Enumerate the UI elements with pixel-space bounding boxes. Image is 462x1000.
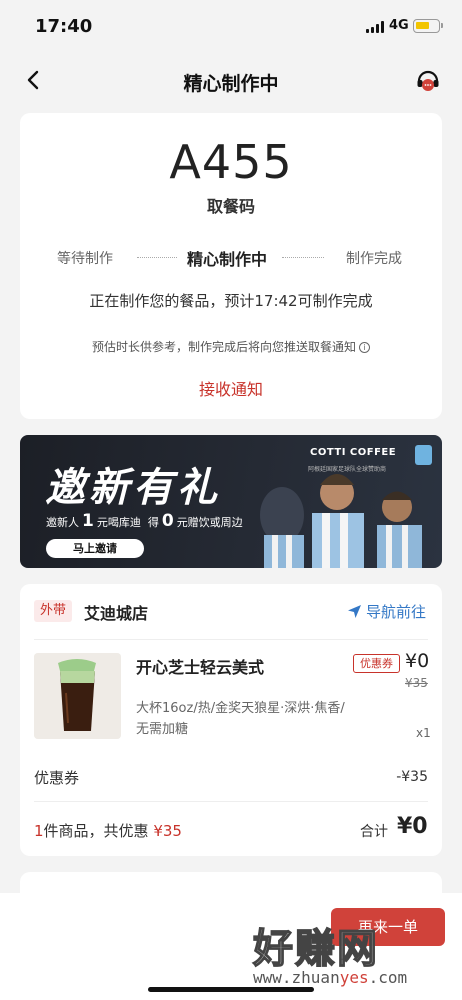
watermark-url-prefix: www.zhuan	[253, 968, 340, 987]
step-waiting: 等待制作	[57, 251, 113, 267]
summary-text: 件商品，共优惠	[43, 822, 149, 840]
info-icon[interactable]: i	[359, 342, 370, 353]
navigation-arrow-icon	[348, 605, 361, 618]
customer-service-button[interactable]	[414, 66, 442, 94]
product-price: ¥0	[405, 650, 430, 672]
total-value: ¥0	[397, 814, 428, 839]
banner-sub-suffix: 元赠饮或周边	[176, 516, 243, 529]
discount-label: 优惠券	[34, 769, 80, 787]
watermark-url-highlight: yes	[339, 968, 369, 987]
item-count: 1	[34, 822, 44, 840]
product-name: 开心芝士轻云美式	[136, 658, 265, 677]
page-title: 精心制作中	[183, 73, 279, 95]
banner-sub-mid: 元喝库迪	[96, 516, 141, 529]
step-done: 制作完成	[346, 251, 402, 267]
invite-banner[interactable]: 邀新有礼 邀新人 1 元喝库迪 得 0 元赠饮或周边 马上邀请 COTTI COFFEE…	[20, 435, 442, 568]
headset-icon	[417, 70, 439, 91]
divider	[34, 639, 428, 640]
nav-bar: 精心制作中	[0, 52, 462, 108]
banner-sub-get: 得	[147, 516, 159, 529]
drink-cup-icon	[34, 653, 121, 739]
banner-sub-prefix: 邀新人	[46, 516, 79, 529]
watermark-url-suffix: .com	[368, 968, 408, 987]
brand-name: COTTI COFFEE	[310, 447, 397, 458]
coupon-tag: 优惠券	[353, 654, 400, 673]
navigate-link[interactable]: 导航前往	[347, 601, 426, 622]
delivery-type-badge: 外带	[34, 600, 72, 622]
navigate-link-label: 导航前往	[366, 603, 427, 621]
banner-sub-num-1: 1	[82, 511, 94, 531]
status-time: 17:40	[35, 16, 93, 37]
estimate-note: 预估时长供参考，制作完成后将向您推送取餐通知 i	[20, 338, 442, 355]
pickup-code-label: 取餐码	[206, 197, 255, 216]
watermark-url: www.zhuanyes.com	[253, 968, 407, 987]
step-connector	[282, 257, 324, 258]
divider	[34, 801, 428, 802]
store-name: 艾迪城店	[84, 604, 149, 623]
battery-icon	[413, 19, 443, 33]
receive-notification-link[interactable]: 接收通知	[20, 376, 442, 400]
invite-now-button[interactable]: 马上邀请	[46, 539, 144, 558]
banner-title: 邀新有礼	[45, 465, 221, 511]
order-status-card: A455 取餐码 等待制作 精心制作中 制作完成 正在制作您的餐品，预计17:4…	[20, 113, 442, 419]
estimate-note-text: 预估时长供参考，制作完成后将向您推送取餐通知	[91, 340, 356, 354]
product-quantity: x1	[416, 726, 431, 740]
order-summary: 1件商品，共优惠 ¥35	[34, 820, 182, 841]
step-making: 精心制作中	[187, 250, 268, 269]
total-label: 合计	[360, 824, 388, 840]
product-image	[34, 653, 121, 739]
product-spec: 大杯16oz/热/金奖天狼星·深烘·焦香/无需加糖	[136, 701, 345, 737]
product-original-price: ¥35	[405, 676, 428, 690]
banner-subtitle: 邀新人 1 元喝库迪 得 0 元赠饮或周边	[46, 511, 243, 531]
signal-icon	[366, 21, 384, 33]
summary-discount: ¥35	[153, 822, 182, 840]
pickup-code: A455	[169, 135, 293, 189]
progress-text: 正在制作您的餐品，预计17:42可制作完成	[89, 292, 373, 310]
status-bar: 17:40 4G	[0, 0, 462, 52]
banner-tagline: 阿根廷国家足球队全球赞助商	[308, 466, 387, 473]
watermark: 好赚网 www.zhuanyes.com	[252, 916, 453, 996]
watermark-text: 好赚网	[252, 925, 379, 973]
discount-value: -¥35	[396, 769, 428, 785]
step-connector	[137, 257, 177, 258]
banner-sub-num-2: 0	[161, 511, 174, 531]
order-detail-card: 外带 艾迪城店 导航前往 开心芝士轻云美式 优惠券 ¥0 ¥35 大杯16oz/…	[20, 584, 442, 856]
network-type: 4G	[389, 18, 409, 33]
home-indicator	[148, 987, 314, 992]
afa-badge-icon	[415, 445, 432, 465]
